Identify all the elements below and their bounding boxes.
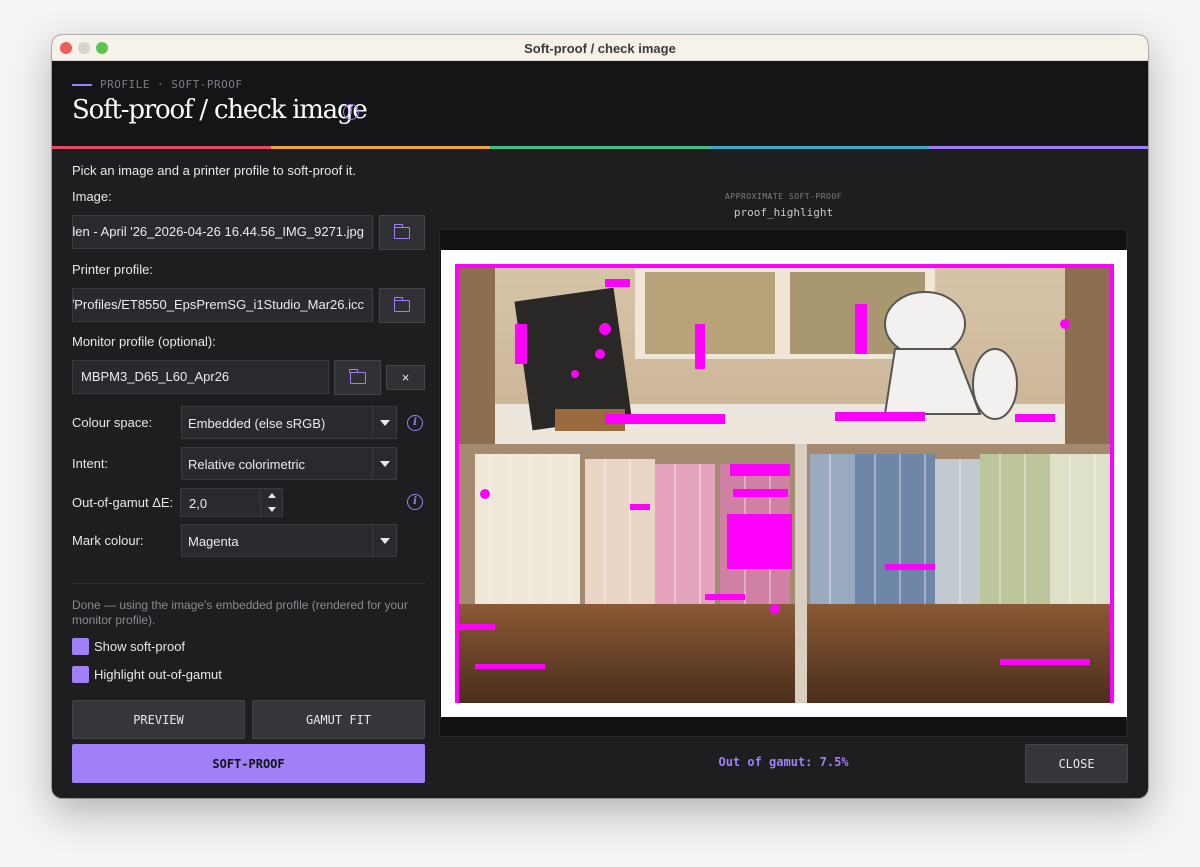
printer-profile-browse-button[interactable] (379, 288, 425, 323)
highlight-out-of-gamut-label: Highlight out-of-gamut (94, 667, 222, 682)
title-bar: Soft-proof / check image (52, 35, 1148, 61)
soft-proof-button[interactable]: SOFT-PROOF (72, 744, 425, 783)
preview-frame (439, 229, 1127, 737)
breadcrumb-text: PROFILE · SOFT-PROOF (100, 78, 243, 91)
intent-value: Relative colorimetric (188, 457, 306, 472)
close-button[interactable]: CLOSE (1025, 744, 1128, 783)
highlight-out-of-gamut-checkbox[interactable] (72, 666, 89, 683)
image-label: Image: (72, 189, 112, 204)
colour-space-info-icon[interactable]: i (407, 415, 423, 431)
delta-e-value: 2,0 (189, 496, 208, 511)
proof-paper (441, 250, 1127, 717)
chevron-down-icon (372, 407, 396, 438)
divider (72, 583, 425, 584)
mark-colour-select[interactable]: Magenta (181, 524, 397, 557)
chevron-down-icon (372, 448, 396, 479)
show-softproof-checkbox[interactable] (72, 638, 89, 655)
app-window: Soft-proof / check image PROFILE · SOFT-… (52, 35, 1148, 798)
title-info-icon[interactable]: i (343, 104, 359, 120)
out-of-gamut-text: Out of gamut: 7.5% (718, 755, 849, 769)
intent-label: Intent: (72, 456, 109, 471)
delta-e-label: Out-of-gamut ΔE: (72, 495, 174, 510)
delta-e-info-icon[interactable]: i (407, 494, 423, 510)
folder-icon (349, 368, 366, 384)
page-title: Soft-proof / check image (72, 95, 368, 125)
gamut-fit-button[interactable]: GAMUT FIT (252, 700, 425, 739)
intro-text: Pick an image and a printer profile to s… (72, 163, 356, 178)
chevron-down-icon (372, 525, 396, 556)
mark-colour-value: Magenta (188, 534, 239, 549)
dialog-header: PROFILE · SOFT-PROOF Soft-proof / check … (52, 61, 1148, 146)
image-path-field[interactable]: ...Dresden - April '26_2026-04-26 16.44.… (72, 215, 373, 249)
monitor-profile-field[interactable]: MBPM3_D65_L60_Apr26 (72, 360, 329, 394)
increment-arrow-icon[interactable] (260, 489, 282, 502)
decrement-arrow-icon[interactable] (260, 503, 282, 516)
stripe-cyan (709, 146, 929, 149)
preview-subcaption: proof_highlight (733, 206, 834, 219)
colour-space-label: Colour space: (72, 415, 153, 430)
show-softproof-label: Show soft-proof (94, 639, 186, 654)
printer-profile-value: .../Profiles/ET8550_EpsPremSG_i1Studio_M… (72, 297, 364, 312)
monitor-profile-value: MBPM3_D65_L60_Apr26 (81, 369, 230, 384)
colour-space-value: Embedded (else sRGB) (188, 416, 326, 431)
monitor-profile-browse-button[interactable] (334, 360, 381, 395)
stripe-orange (271, 146, 491, 149)
status-text: Done — using the image's embedded profil… (72, 598, 408, 627)
monitor-profile-label: Monitor profile (optional): (72, 334, 216, 349)
color-stripe (52, 146, 1148, 149)
mark-colour-label: Mark colour: (72, 533, 144, 548)
folder-icon (393, 296, 410, 312)
colour-space-select[interactable]: Embedded (else sRGB) (181, 406, 397, 439)
folder-icon (393, 223, 410, 239)
intent-select[interactable]: Relative colorimetric (181, 447, 397, 480)
printer-profile-label: Printer profile: (72, 262, 153, 277)
preview-button[interactable]: PREVIEW (72, 700, 245, 739)
window-title: Soft-proof / check image (524, 41, 676, 56)
image-path-value: ...Dresden - April '26_2026-04-26 16.44.… (73, 224, 364, 239)
preview-caption: APPROXIMATE SOFT-PROOF (725, 192, 842, 201)
close-icon: × (401, 370, 410, 385)
printer-profile-field[interactable]: .../Profiles/ET8550_EpsPremSG_i1Studio_M… (72, 288, 373, 322)
stripe-green (490, 146, 710, 149)
delta-e-spinbox[interactable]: 2,0 (180, 488, 283, 517)
soft-proof-image (455, 264, 1114, 703)
stripe-purple (928, 146, 1148, 149)
stripe-red (52, 146, 272, 149)
clear-monitor-profile-button[interactable]: × (386, 365, 425, 390)
breadcrumb-accent-line (72, 84, 92, 86)
breadcrumb: PROFILE · SOFT-PROOF (72, 78, 242, 91)
image-browse-button[interactable] (379, 215, 425, 250)
